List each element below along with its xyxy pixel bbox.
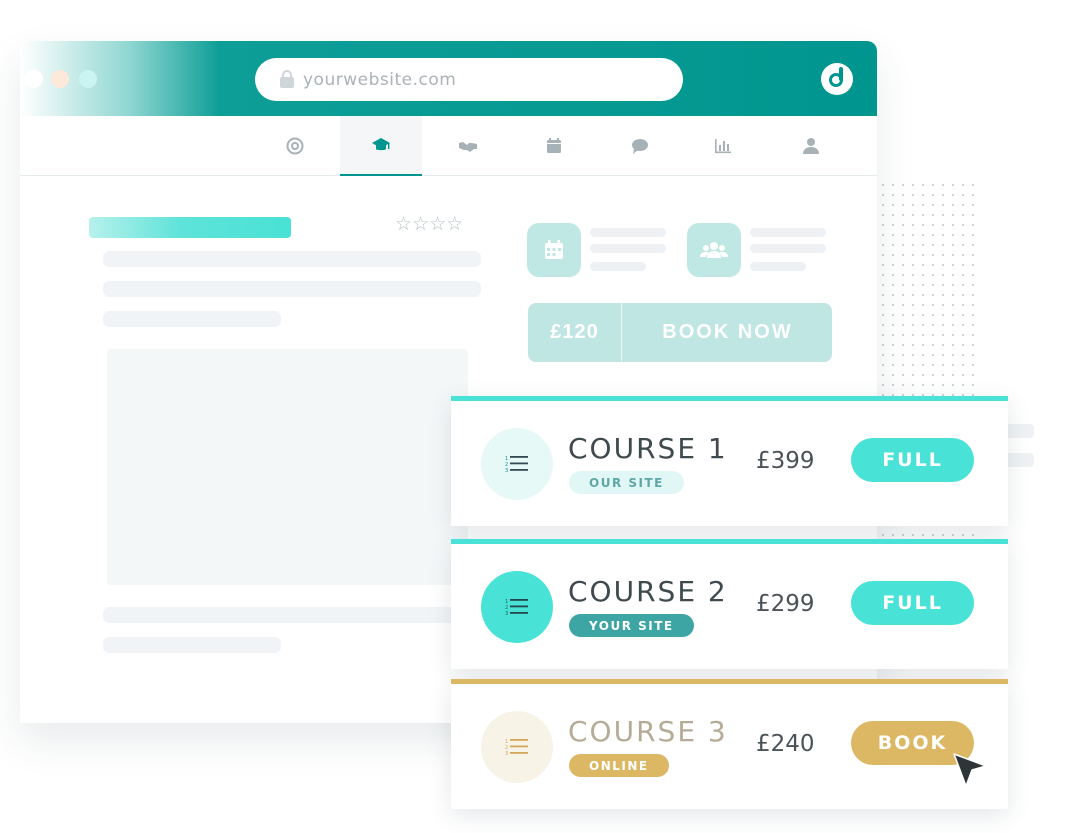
tab-courses[interactable] xyxy=(340,116,422,176)
info-placeholder-line xyxy=(750,228,826,237)
course-price: £240 xyxy=(756,731,815,757)
text-placeholder-line xyxy=(103,251,481,267)
image-placeholder xyxy=(107,349,468,585)
course-site-badge: ONLINE xyxy=(569,754,669,777)
star-rating[interactable]: ☆☆☆☆ xyxy=(395,215,463,234)
group-icon xyxy=(700,242,728,258)
lock-icon xyxy=(280,70,294,88)
rating-stars-text: ☆☆☆☆ xyxy=(395,213,464,235)
browser-title-bar: yourwebsite.com xyxy=(20,41,877,116)
text-placeholder-line xyxy=(103,311,281,327)
attendees-info-tile xyxy=(687,223,741,277)
card-accent-line xyxy=(451,679,1008,684)
window-dot-minimize[interactable] xyxy=(51,70,69,88)
tab-target[interactable] xyxy=(254,116,336,176)
target-icon xyxy=(286,137,304,155)
graduation-cap-icon xyxy=(372,138,390,151)
course-status-button[interactable]: FULL xyxy=(851,438,974,482)
svg-text:3: 3 xyxy=(505,751,508,757)
course-price: £399 xyxy=(756,448,815,474)
tab-analytics[interactable] xyxy=(682,116,764,176)
handshake-icon xyxy=(459,142,477,152)
tab-profile[interactable] xyxy=(770,116,852,176)
calendar-icon xyxy=(545,240,563,259)
info-placeholder-line xyxy=(750,244,826,253)
brand-logo-icon[interactable] xyxy=(821,63,853,95)
date-info-tile xyxy=(527,223,581,277)
course-card[interactable]: 1 2 3 COURSE 1 OUR SITE £399 FULL xyxy=(451,396,1008,526)
calendar-icon xyxy=(547,138,561,153)
chat-bubble-icon xyxy=(632,139,648,154)
course-title: COURSE 2 xyxy=(568,575,728,608)
tab-partners[interactable] xyxy=(427,116,509,176)
course-icon-circle: 1 2 3 xyxy=(481,571,553,643)
course-card[interactable]: 1 2 3 COURSE 2 YOUR SITE £299 FULL xyxy=(451,539,1008,669)
text-placeholder-line xyxy=(103,281,481,297)
course-site-badge: OUR SITE xyxy=(569,471,684,494)
svg-text:3: 3 xyxy=(505,611,508,617)
course-icon-circle: 1 2 3 xyxy=(481,428,553,500)
text-placeholder-line xyxy=(103,607,481,623)
content-title-placeholder xyxy=(89,217,291,238)
text-placeholder-line xyxy=(103,637,281,653)
course-price: £299 xyxy=(756,591,815,617)
svg-text:3: 3 xyxy=(505,468,508,474)
numbered-list-icon: 1 2 3 xyxy=(505,599,528,617)
address-bar[interactable]: yourwebsite.com xyxy=(255,58,683,101)
window-dot-close[interactable] xyxy=(25,70,43,88)
course-title: COURSE 3 xyxy=(568,715,728,748)
tab-messages[interactable] xyxy=(599,116,681,176)
course-icon-circle: 1 2 3 xyxy=(481,711,553,783)
info-placeholder-line xyxy=(590,228,666,237)
course-title: COURSE 1 xyxy=(568,432,728,465)
tab-calendar[interactable] xyxy=(513,116,595,176)
bar-chart-icon xyxy=(715,139,731,154)
booking-price: £120 xyxy=(528,303,622,362)
nav-bar xyxy=(20,116,877,176)
mouse-pointer-icon xyxy=(953,753,987,787)
window-dot-maximize[interactable] xyxy=(79,70,97,88)
numbered-list-icon: 1 2 3 xyxy=(505,739,528,757)
info-placeholder-line xyxy=(590,262,646,271)
card-accent-line xyxy=(451,396,1008,401)
info-placeholder-line xyxy=(750,262,806,271)
course-status-button[interactable]: FULL xyxy=(851,581,974,625)
numbered-list-icon: 1 2 3 xyxy=(505,456,528,474)
booking-widget: £120 BOOK NOW xyxy=(528,303,832,362)
course-card[interactable]: 1 2 3 COURSE 3 ONLINE £240 BOOK xyxy=(451,679,1008,809)
course-site-badge: YOUR SITE xyxy=(569,614,694,637)
book-now-button[interactable]: BOOK NOW xyxy=(623,303,832,362)
user-icon xyxy=(803,138,819,154)
card-accent-line xyxy=(451,539,1008,544)
url-text: yourwebsite.com xyxy=(303,70,457,90)
info-placeholder-line xyxy=(590,244,666,253)
